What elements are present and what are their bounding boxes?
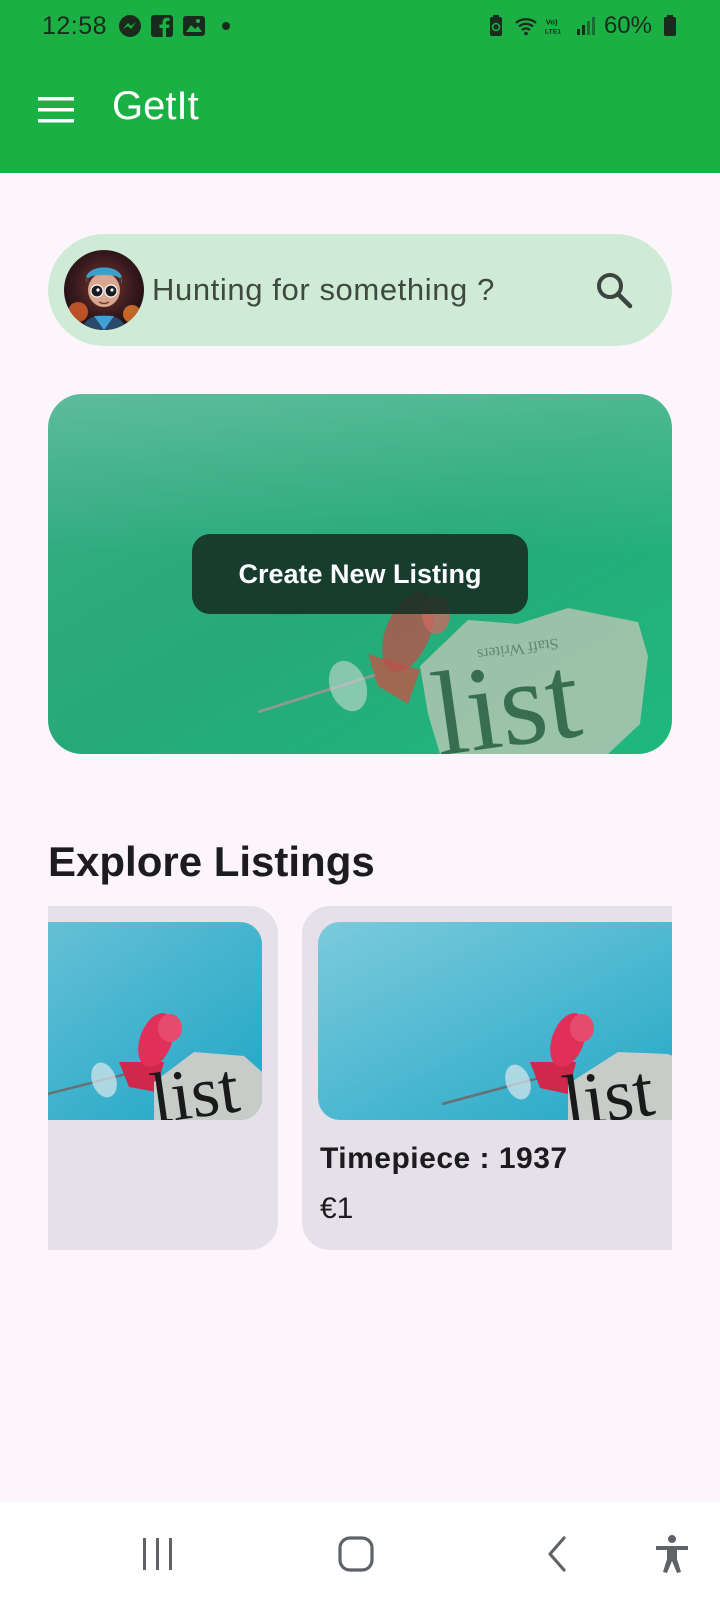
explore-listings-title: Explore Listings [48, 838, 375, 885]
svg-text:LTE1: LTE1 [545, 29, 561, 36]
listing-image: list [318, 922, 672, 1120]
signal-icon [576, 17, 595, 35]
listing-image: list [48, 922, 262, 1120]
listing-title: Timepiece : 1937 [320, 1142, 568, 1175]
create-new-listing-button[interactable]: Create New Listing [192, 534, 528, 614]
listing-card[interactable]: list Timepiece : 1937 €1 [302, 906, 672, 1250]
recent-apps-icon[interactable] [136, 1532, 180, 1576]
back-icon[interactable] [536, 1532, 580, 1576]
battery-icon [664, 15, 676, 36]
notification-icons [118, 14, 238, 38]
search-icon[interactable] [592, 268, 636, 312]
hamburger-menu-icon[interactable] [36, 90, 76, 130]
status-time: 12:58 [42, 12, 108, 40]
create-listing-banner: list Staff Writers Create New Listing [48, 394, 672, 754]
system-icons: Vo) LTE1 60% [484, 12, 682, 40]
messenger-icon [119, 15, 141, 37]
app-header: 12:58 Vo) LTE1 60% GetIt [0, 0, 720, 173]
gallery-icon [183, 16, 205, 36]
search-input[interactable] [152, 268, 552, 312]
listings-carousel[interactable]: list list Timepiece: 1937 €1 [48, 906, 672, 1250]
user-avatar[interactable] [64, 250, 144, 330]
status-bar: 12:58 Vo) LTE1 60% [0, 0, 720, 56]
search-bar[interactable] [48, 234, 672, 346]
svg-text:list: list [146, 1047, 244, 1120]
wifi-icon [515, 18, 537, 36]
app-title: GetIt [112, 84, 199, 128]
dot-icon [222, 22, 230, 30]
battery-percentage: 60% [603, 12, 652, 39]
facebook-icon [151, 15, 173, 37]
home-icon[interactable] [334, 1532, 378, 1576]
accessibility-icon[interactable] [650, 1532, 694, 1576]
svg-text:list: list [558, 1050, 659, 1120]
listing-price: €1 [320, 1192, 354, 1225]
listing-card[interactable]: list [48, 906, 278, 1250]
battery-saver-icon [489, 15, 502, 36]
volte-icon: Vo) LTE1 [545, 17, 561, 36]
system-navigation-bar [0, 1502, 720, 1600]
svg-text:Vo): Vo) [546, 17, 558, 26]
